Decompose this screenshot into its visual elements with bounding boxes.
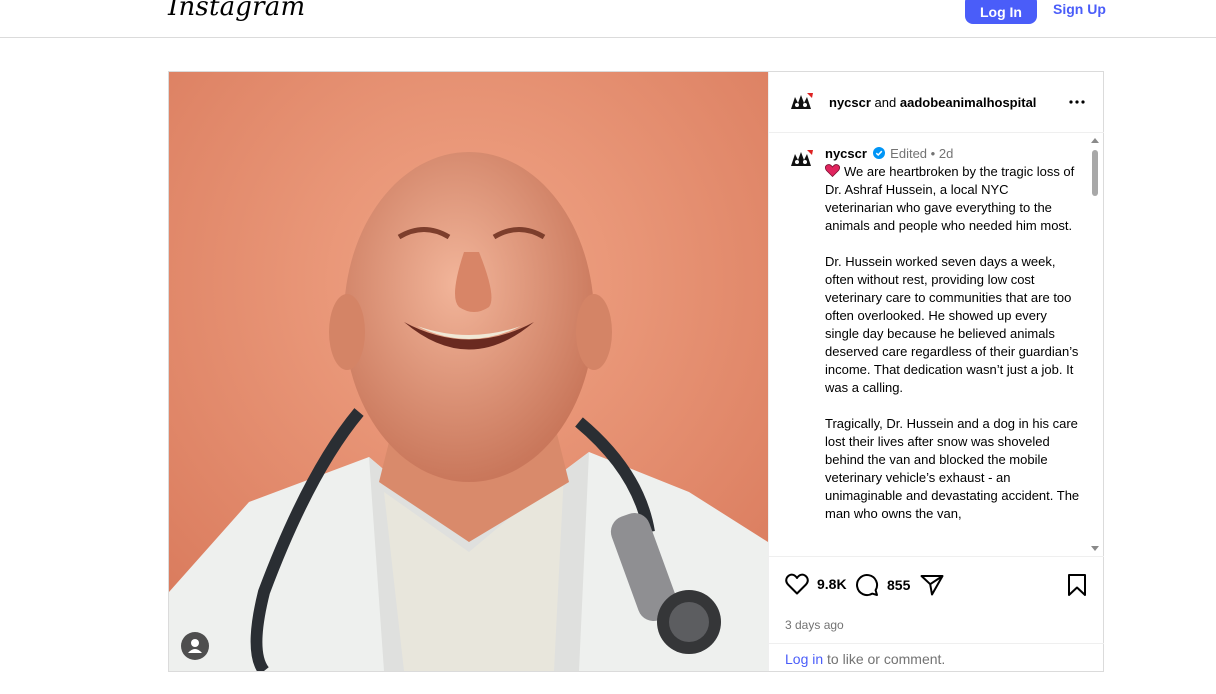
signup-link[interactable]: Sign Up [1053,1,1106,17]
caption-username[interactable]: nycscr [825,146,867,161]
post-sidebar: nycscr and aadobeanimalhospital nycscr E… [768,72,1104,671]
caption-text: We are heartbroken by the tragic loss of… [825,164,1080,521]
post-header-names: nycscr and aadobeanimalhospital [829,95,1036,110]
comment-button[interactable]: 855 [855,573,910,597]
caption-area[interactable]: nycscr Edited • 2d We are heartbroken by… [769,134,1104,556]
scroll-up-arrow-icon[interactable] [1091,138,1099,143]
caption-avatar[interactable] [785,144,817,176]
login-button[interactable]: Log In [965,0,1037,24]
post-age[interactable]: 2d [939,146,953,161]
post-photo[interactable] [169,72,768,671]
user-tag-button[interactable] [181,632,209,660]
cat-logo-icon [785,87,817,119]
login-prompt-suffix: to like or comment. [823,651,946,667]
share-icon [920,575,944,596]
comment-count[interactable]: 855 [887,577,910,593]
caption-header: nycscr Edited • 2d [825,146,953,161]
and-text: and [874,95,897,110]
separator-dot: • [930,146,936,161]
post-card: nycscr and aadobeanimalhospital nycscr E… [168,71,1104,672]
like-count[interactable]: 9.8K [817,576,847,592]
author-username[interactable]: nycscr [829,95,871,110]
like-button[interactable]: 9.8K [785,573,847,595]
instagram-logo[interactable]: Instagram [168,0,305,22]
more-options-button[interactable] [1065,90,1089,114]
heart-emoji-icon [825,164,840,177]
edited-label: Edited [890,146,928,161]
verified-icon [872,147,885,159]
user-tag-icon [188,639,202,653]
login-to-comment-link[interactable]: Log in [785,651,823,667]
caption-text-block: We are heartbroken by the tragic loss of… [825,163,1080,523]
scroll-thumb[interactable] [1092,150,1098,196]
like-icon [785,573,809,595]
caption-scrollbar[interactable] [1088,134,1102,556]
share-button[interactable] [920,574,944,596]
cat-logo-icon [785,144,817,176]
collaborator-username[interactable]: aadobeanimalhospital [900,95,1037,110]
comment-icon [856,574,879,597]
author-avatar[interactable] [785,87,817,119]
save-button[interactable] [1066,573,1088,597]
login-prompt: Log in to like or comment. [769,643,1104,672]
save-icon [1068,574,1086,596]
post-header: nycscr and aadobeanimalhospital [769,72,1104,133]
post-timestamp[interactable]: 3 days ago [785,618,844,632]
post-actions: 9.8K 855 3 days ago Log in to like or co… [769,556,1104,671]
more-icon [1069,100,1085,104]
post-photo-image [169,72,768,671]
scroll-down-arrow-icon[interactable] [1091,546,1099,551]
top-nav: Instagram Log In Sign Up [0,0,1216,38]
